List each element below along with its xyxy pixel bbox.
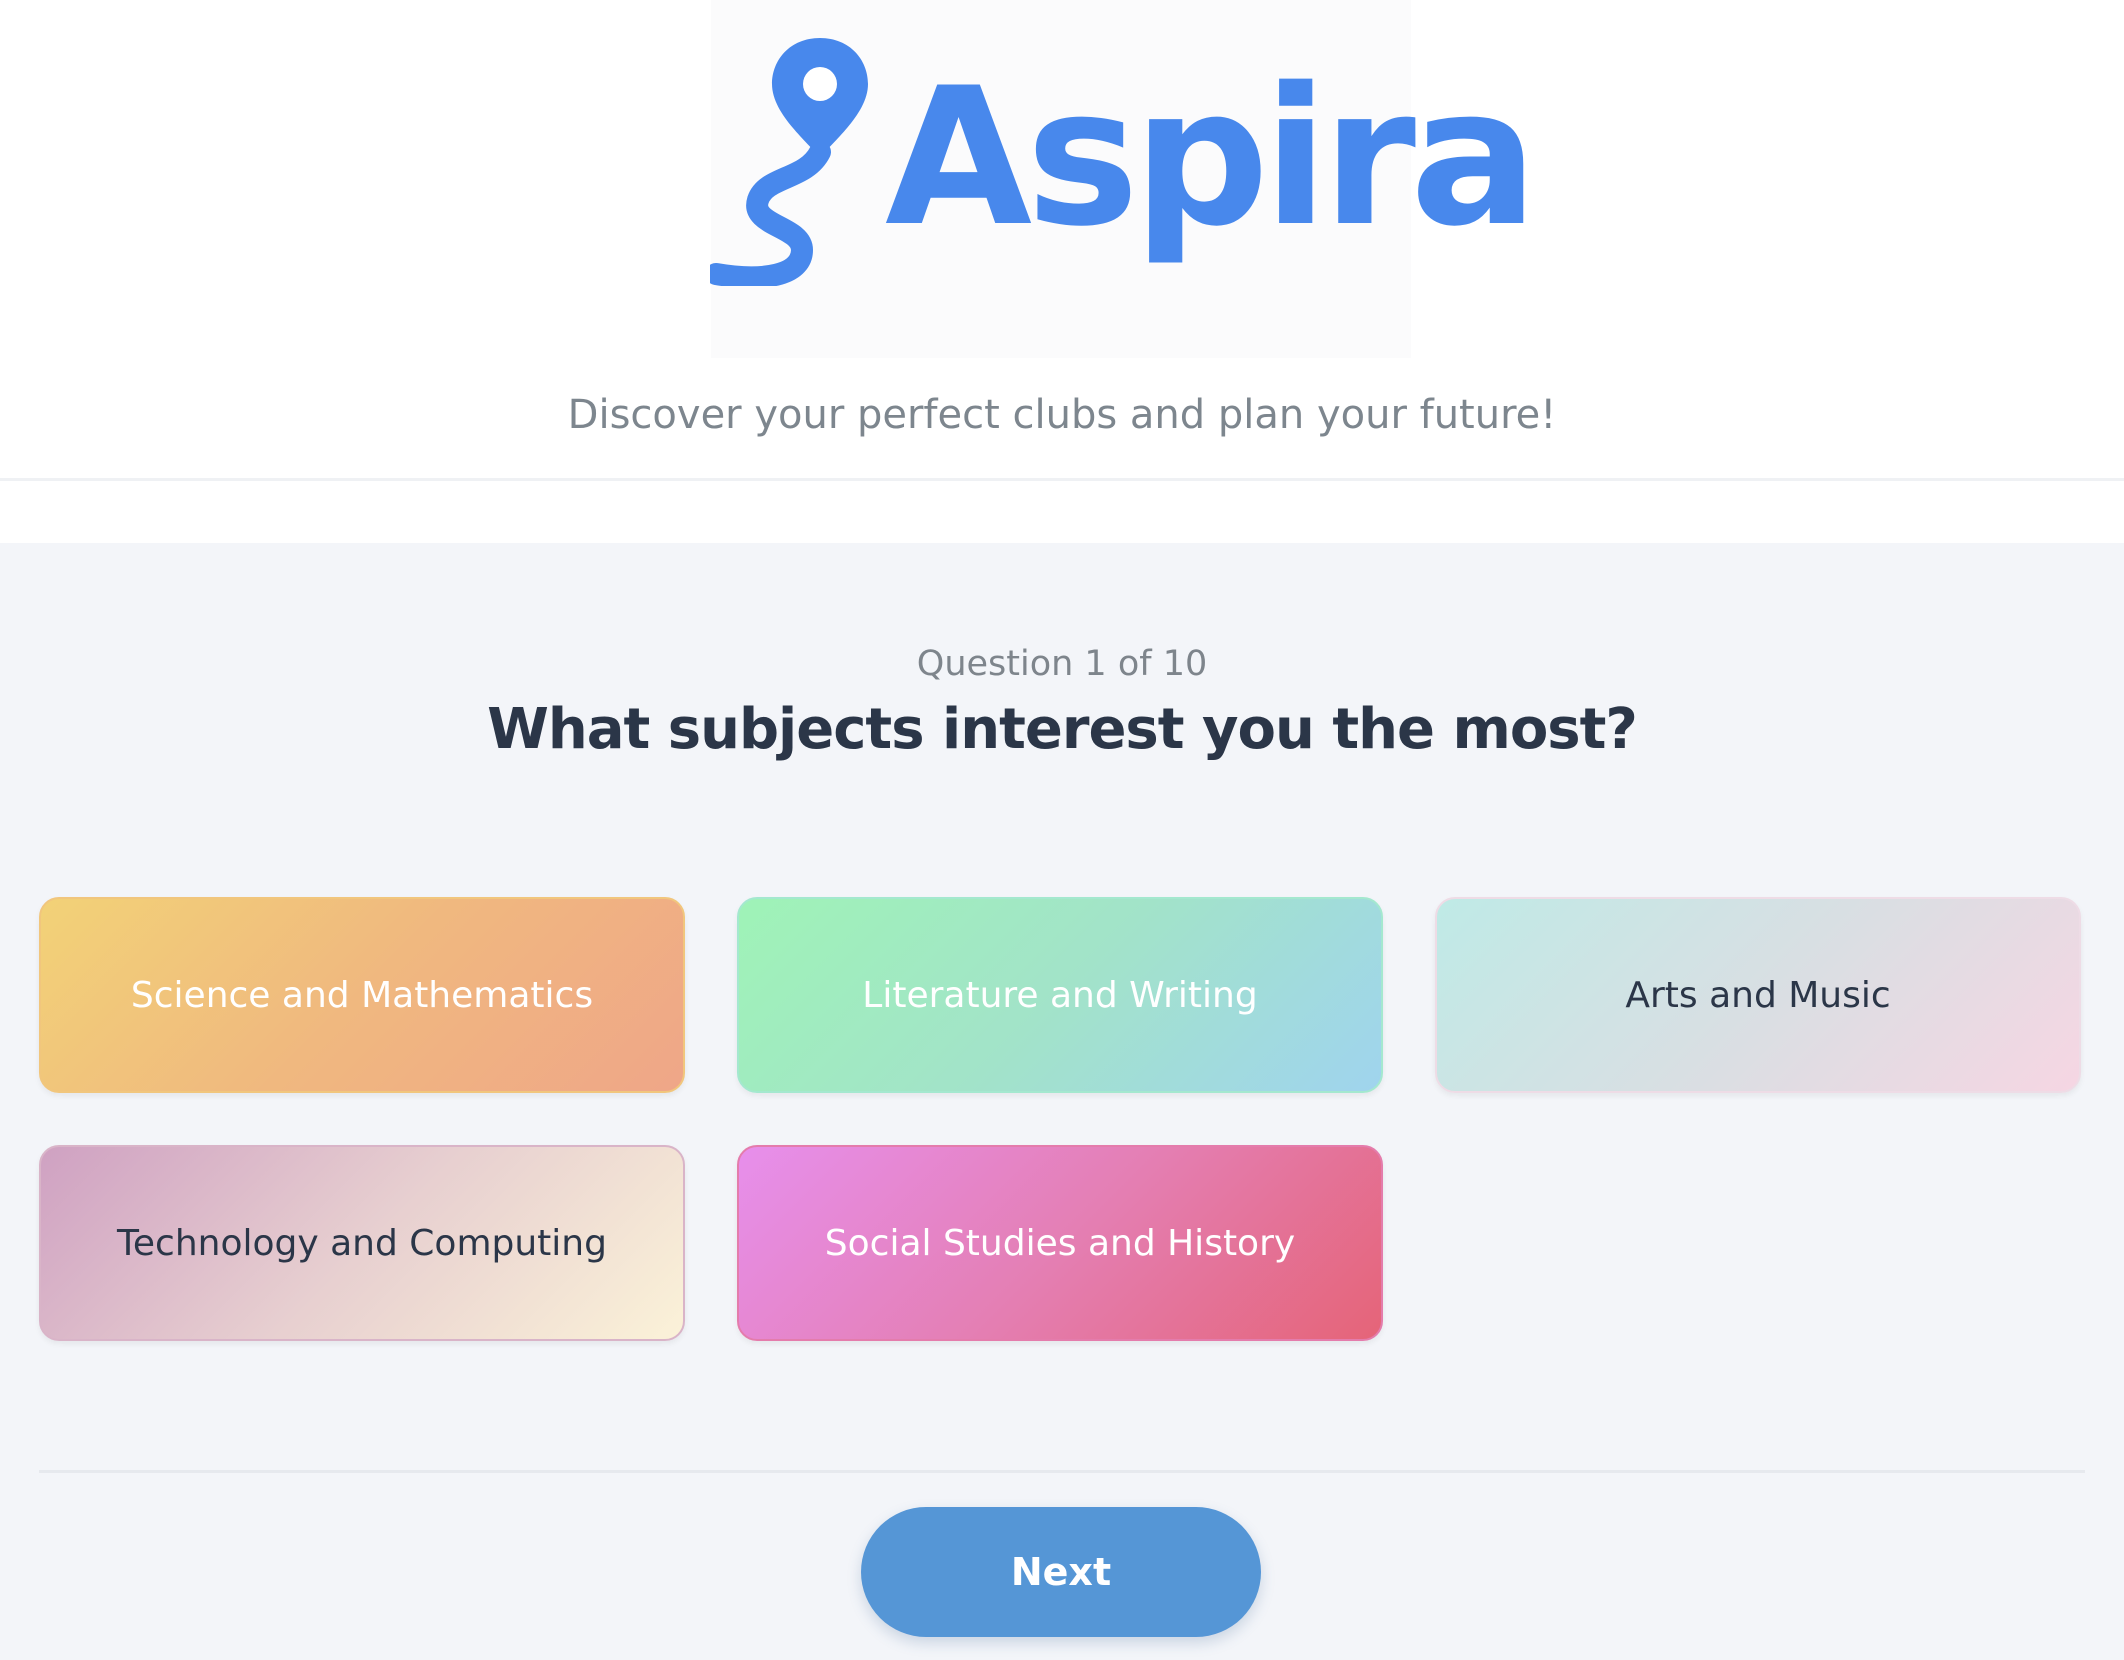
- option-science-and-mathematics[interactable]: Science and Mathematics: [39, 897, 685, 1093]
- option-social-studies-and-history[interactable]: Social Studies and History: [737, 1145, 1383, 1341]
- header-divider: [0, 478, 2124, 481]
- option-label: Literature and Writing: [862, 974, 1258, 1016]
- quiz-section: Question 1 of 10 What subjects interest …: [0, 543, 2124, 1660]
- option-label: Arts and Music: [1625, 974, 1891, 1016]
- brand-name: Aspira: [885, 47, 1538, 268]
- header: Aspira Discover your perfect clubs and p…: [0, 0, 2124, 543]
- map-pin-path-icon: [710, 38, 868, 286]
- next-button[interactable]: Next: [861, 1507, 1261, 1637]
- option-label: Science and Mathematics: [130, 974, 594, 1016]
- footer-divider: [39, 1470, 2085, 1473]
- option-label: Technology and Computing: [117, 1222, 607, 1264]
- question-counter: Question 1 of 10: [916, 644, 1208, 684]
- option-literature-and-writing[interactable]: Literature and Writing: [737, 897, 1383, 1093]
- option-technology-and-computing[interactable]: Technology and Computing: [39, 1145, 685, 1341]
- option-arts-and-music[interactable]: Arts and Music: [1435, 897, 2081, 1093]
- question-title: What subjects interest you the most?: [487, 697, 1638, 762]
- option-label: Social Studies and History: [824, 1222, 1296, 1264]
- tagline: Discover your perfect clubs and plan you…: [567, 392, 1557, 438]
